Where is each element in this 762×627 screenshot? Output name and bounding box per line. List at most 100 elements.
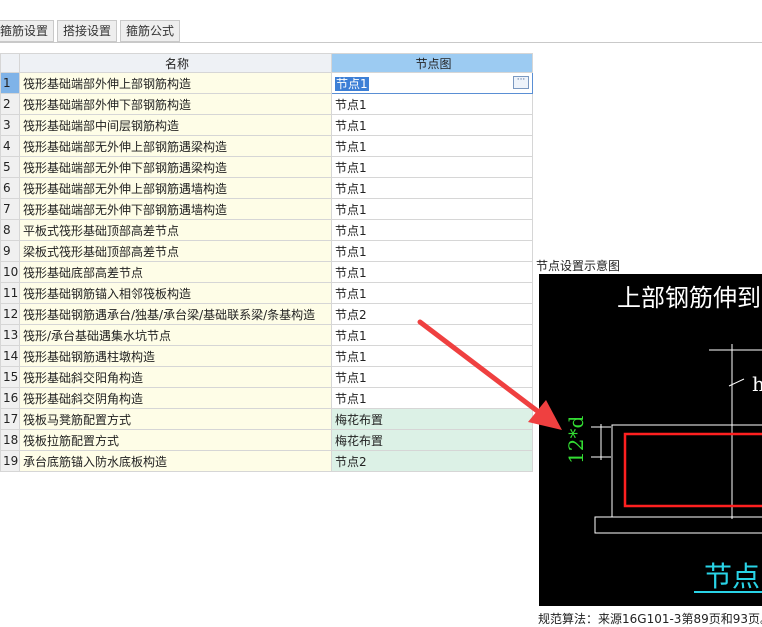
table-row[interactable]: 12 筏形基础钢筋遇承台/独基/承台梁/基础联系梁/条基构造 节点2 bbox=[0, 303, 533, 325]
row-name-cell[interactable]: 筏形基础钢筋遇柱墩构造 bbox=[19, 345, 332, 367]
node-value-cell[interactable]: 节点1 bbox=[331, 93, 533, 115]
table-row[interactable]: 5 筏形基础端部无外伸下部钢筋遇梁构造 节点1 bbox=[0, 156, 533, 178]
row-name-cell[interactable]: 筏板马凳筋配置方式 bbox=[19, 408, 332, 430]
row-number[interactable]: 5 bbox=[0, 156, 20, 178]
row-number[interactable]: 16 bbox=[0, 387, 20, 409]
node-settings-grid: 名称 节点图 1 筏形基础端部外伸上部钢筋构造 节点1 ··· 2 筏形基础端部外伸下部钢… bbox=[0, 53, 533, 472]
panel-title: 节点设置示意图 bbox=[536, 259, 621, 273]
tab-lap-settings[interactable]: 搭接设置 bbox=[57, 20, 118, 42]
tab-stirrup-formula[interactable]: 箍筋公式 bbox=[120, 20, 181, 42]
node-value-editor[interactable]: 节点1 ··· bbox=[331, 72, 533, 94]
row-number[interactable]: 17 bbox=[0, 408, 20, 430]
node-value-cell[interactable]: 节点2 bbox=[331, 450, 533, 472]
row-name-cell[interactable]: 筏形基础钢筋遇承台/独基/承台梁/基础联系梁/条基构造 bbox=[19, 303, 332, 325]
node-value-cell[interactable]: 节点1 bbox=[331, 324, 533, 346]
node-value-cell[interactable]: 节点1 bbox=[331, 240, 533, 262]
row-number[interactable]: 15 bbox=[0, 366, 20, 388]
table-row[interactable]: 17 筏板马凳筋配置方式 梅花布置 bbox=[0, 408, 533, 430]
table-row[interactable]: 4 筏形基础端部无外伸上部钢筋遇梁构造 节点1 bbox=[0, 135, 533, 157]
row-number[interactable]: 11 bbox=[0, 282, 20, 304]
node-value-cell[interactable]: 节点1 bbox=[331, 198, 533, 220]
table-row[interactable]: 2 筏形基础端部外伸下部钢筋构造 节点1 bbox=[0, 93, 533, 115]
ellipsis-button[interactable]: ··· bbox=[513, 76, 529, 89]
row-number[interactable]: 4 bbox=[0, 135, 20, 157]
row-name-cell[interactable]: 筏形基础斜交阴角构造 bbox=[19, 387, 332, 409]
node-value-cell[interactable]: 节点2 bbox=[331, 303, 533, 325]
row-number[interactable]: 13 bbox=[0, 324, 20, 346]
node-value-cell[interactable]: 节点1 bbox=[331, 135, 533, 157]
node-value-cell[interactable]: 节点1 bbox=[331, 387, 533, 409]
row-number-header bbox=[0, 53, 20, 73]
row-name-cell[interactable]: 梁板式筏形基础顶部高差节点 bbox=[19, 240, 332, 262]
table-row[interactable]: 1 筏形基础端部外伸上部钢筋构造 节点1 ··· bbox=[0, 72, 533, 94]
node-value-cell[interactable]: 节点1 bbox=[331, 282, 533, 304]
row-name-cell[interactable]: 筏形基础钢筋锚入相邻筏板构造 bbox=[19, 282, 332, 304]
row-name-cell[interactable]: 筏形/承台基础遇集水坑节点 bbox=[19, 324, 332, 346]
table-row[interactable]: 13 筏形/承台基础遇集水坑节点 节点1 bbox=[0, 324, 533, 346]
node-diagram: 上部钢筋伸到 h 12*d 节点 bbox=[564, 284, 762, 593]
row-number[interactable]: 9 bbox=[0, 240, 20, 262]
column-header-node-diagram[interactable]: 节点图 bbox=[331, 53, 533, 73]
h-label: h bbox=[752, 372, 762, 396]
tab-divider bbox=[0, 42, 762, 43]
node-value-cell[interactable]: 节点1 bbox=[331, 345, 533, 367]
row-number[interactable]: 2 bbox=[0, 93, 20, 115]
row-number[interactable]: 19 bbox=[0, 450, 20, 472]
row-name-cell[interactable]: 筏形基础斜交阳角构造 bbox=[19, 366, 332, 388]
dimension-label: 12*d bbox=[564, 416, 588, 464]
table-row[interactable]: 16 筏形基础斜交阴角构造 节点1 bbox=[0, 387, 533, 409]
row-number[interactable]: 14 bbox=[0, 345, 20, 367]
grid-header-row: 名称 节点图 bbox=[0, 53, 533, 73]
node-value-selected-text[interactable]: 节点1 bbox=[335, 76, 369, 91]
tab-stirrup-settings[interactable]: 箍筋设置 bbox=[0, 20, 55, 42]
row-name-cell[interactable]: 筏形基础端部无外伸下部钢筋遇梁构造 bbox=[19, 156, 332, 178]
table-row[interactable]: 10 筏形基础底部高差节点 节点1 bbox=[0, 261, 533, 283]
table-row[interactable]: 6 筏形基础端部无外伸上部钢筋遇墙构造 节点1 bbox=[0, 177, 533, 199]
node-diagram-panel: 上部钢筋伸到 h 12*d 节点 bbox=[539, 274, 762, 606]
row-number[interactable]: 8 bbox=[0, 219, 20, 241]
row-name-cell[interactable]: 筏形基础端部无外伸上部钢筋遇墙构造 bbox=[19, 177, 332, 199]
row-number[interactable]: 10 bbox=[0, 261, 20, 283]
row-name-cell[interactable]: 筏形基础端部外伸上部钢筋构造 bbox=[19, 72, 332, 94]
rule-source-note: 规范算法：来源16G101-3第89页和93页。 bbox=[538, 612, 762, 626]
node-value-cell[interactable]: 节点1 bbox=[331, 114, 533, 136]
row-name-cell[interactable]: 筏形基础端部中间层钢筋构造 bbox=[19, 114, 332, 136]
tab-bar: 箍筋设置 搭接设置 箍筋公式 bbox=[0, 20, 183, 42]
table-row[interactable]: 15 筏形基础斜交阳角构造 节点1 bbox=[0, 366, 533, 388]
row-number[interactable]: 12 bbox=[0, 303, 20, 325]
table-row[interactable]: 18 筏板拉筋配置方式 梅花布置 bbox=[0, 429, 533, 451]
cushion-outline bbox=[594, 516, 762, 534]
node-value-cell[interactable]: 节点1 bbox=[331, 261, 533, 283]
grid-body: 1 筏形基础端部外伸上部钢筋构造 节点1 ··· 2 筏形基础端部外伸下部钢筋构造 节点1 3… bbox=[0, 72, 533, 472]
row-number[interactable]: 1 bbox=[0, 72, 20, 94]
rebar-line bbox=[623, 432, 762, 508]
node-value-cell[interactable]: 节点1 bbox=[331, 156, 533, 178]
column-header-name[interactable]: 名称 bbox=[19, 53, 332, 73]
node-value-cell[interactable]: 梅花布置 bbox=[331, 429, 533, 451]
diagram-title: 上部钢筋伸到 bbox=[617, 284, 761, 312]
row-name-cell[interactable]: 筏形基础端部无外伸上部钢筋遇梁构造 bbox=[19, 135, 332, 157]
table-row[interactable]: 8 平板式筏形基础顶部高差节点 节点1 bbox=[0, 219, 533, 241]
table-row[interactable]: 9 梁板式筏形基础顶部高差节点 节点1 bbox=[0, 240, 533, 262]
row-name-cell[interactable]: 筏板拉筋配置方式 bbox=[19, 429, 332, 451]
table-row[interactable]: 7 筏形基础端部无外伸下部钢筋遇墙构造 节点1 bbox=[0, 198, 533, 220]
row-number[interactable]: 7 bbox=[0, 198, 20, 220]
row-name-cell[interactable]: 筏形基础端部无外伸下部钢筋遇墙构造 bbox=[19, 198, 332, 220]
row-number[interactable]: 3 bbox=[0, 114, 20, 136]
row-name-cell[interactable]: 筏形基础端部外伸下部钢筋构造 bbox=[19, 93, 332, 115]
node-value-cell[interactable]: 节点1 bbox=[331, 366, 533, 388]
node-value-cell[interactable]: 节点1 bbox=[331, 177, 533, 199]
row-number[interactable]: 6 bbox=[0, 177, 20, 199]
node-value-cell[interactable]: 节点1 bbox=[331, 219, 533, 241]
table-row[interactable]: 3 筏形基础端部中间层钢筋构造 节点1 bbox=[0, 114, 533, 136]
row-number[interactable]: 18 bbox=[0, 429, 20, 451]
foundation-outline bbox=[611, 424, 762, 518]
row-name-cell[interactable]: 筏形基础底部高差节点 bbox=[19, 261, 332, 283]
row-name-cell[interactable]: 承台底筋锚入防水底板构造 bbox=[19, 450, 332, 472]
table-row[interactable]: 14 筏形基础钢筋遇柱墩构造 节点1 bbox=[0, 345, 533, 367]
row-name-cell[interactable]: 平板式筏形基础顶部高差节点 bbox=[19, 219, 332, 241]
table-row[interactable]: 19 承台底筋锚入防水底板构造 节点2 bbox=[0, 450, 533, 472]
table-row[interactable]: 11 筏形基础钢筋锚入相邻筏板构造 节点1 bbox=[0, 282, 533, 304]
node-value-cell[interactable]: 梅花布置 bbox=[331, 408, 533, 430]
leader-line bbox=[728, 378, 745, 387]
